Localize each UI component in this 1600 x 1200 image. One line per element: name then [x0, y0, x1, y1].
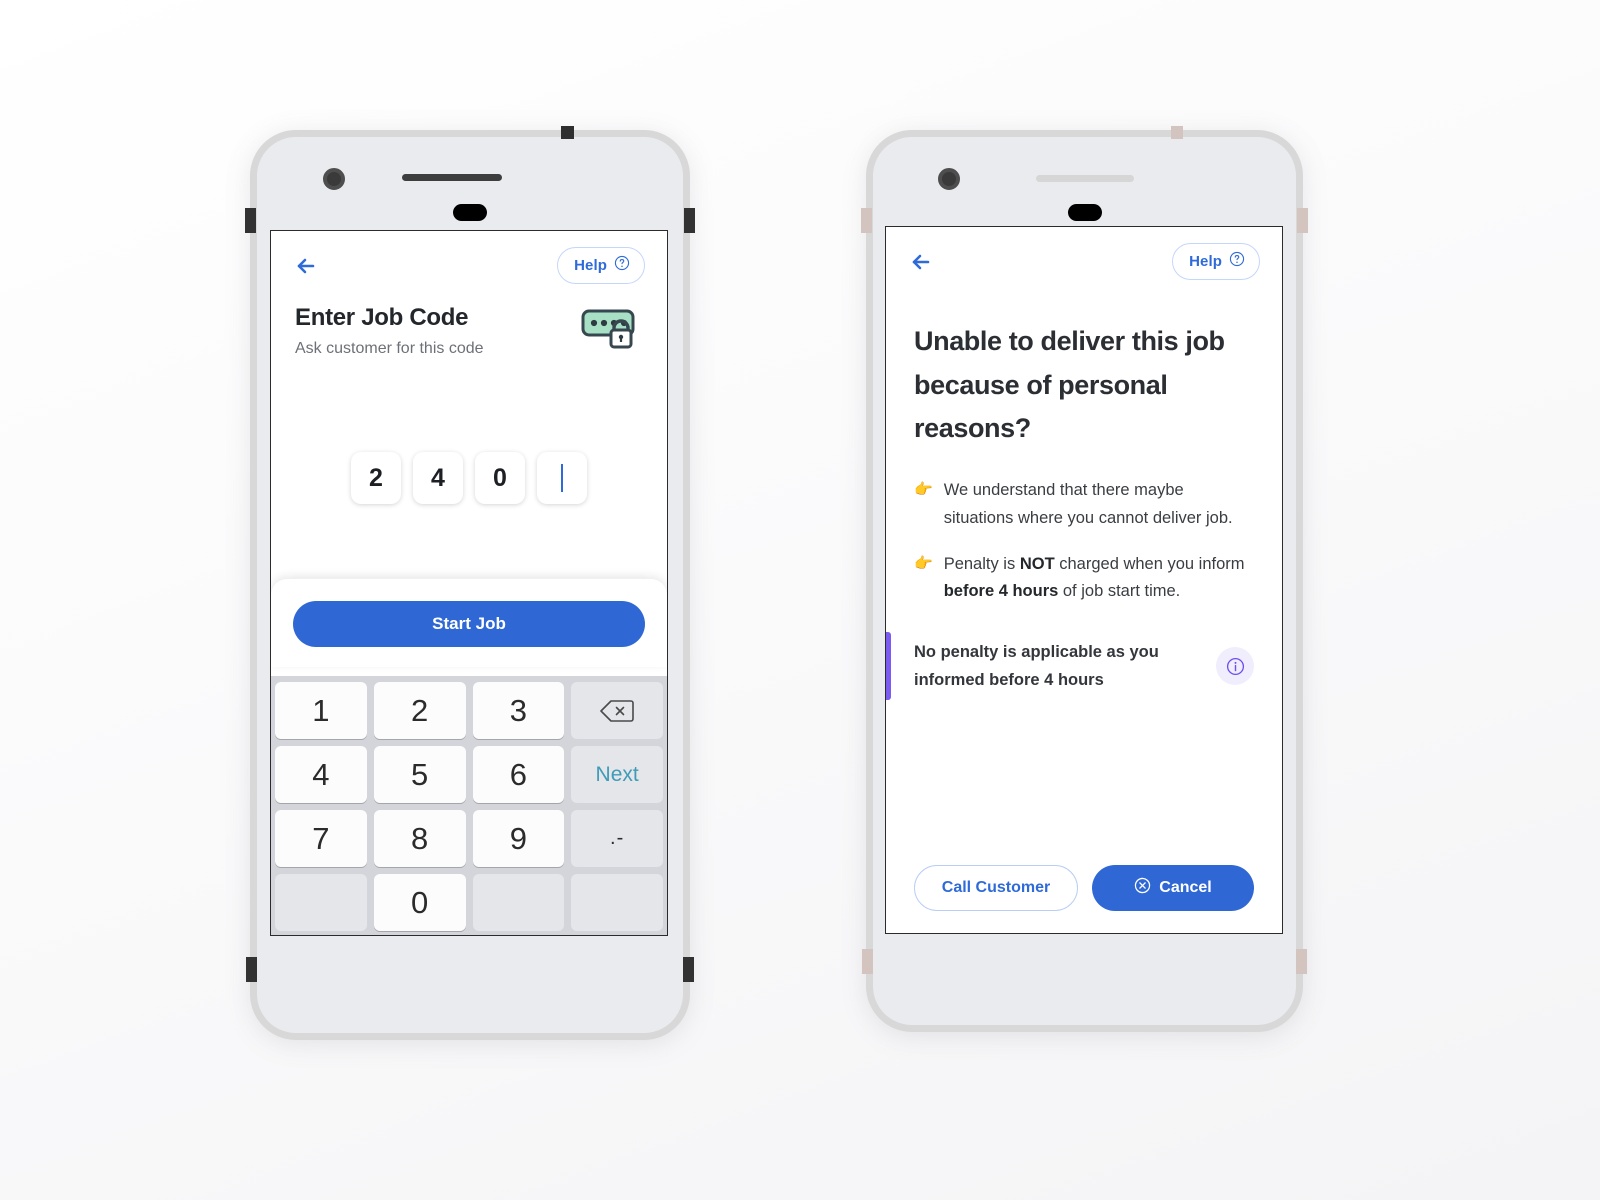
key-4[interactable]: 4 [275, 746, 367, 803]
key-0[interactable]: 0 [373, 874, 466, 931]
selection-handle-left-bottom[interactable] [246, 957, 257, 982]
earpiece-speaker [402, 174, 502, 181]
key-5[interactable]: 5 [373, 746, 466, 803]
selection-handle-top-center[interactable] [561, 126, 574, 139]
page-title-left: Enter Job Code [295, 304, 469, 331]
key-9[interactable]: 9 [472, 810, 565, 867]
selection-handle-top-center[interactable] [1171, 126, 1183, 139]
callout-accent-bar [886, 631, 891, 701]
text-caret [560, 464, 564, 492]
bullet-text: Penalty is NOT charged when you inform b… [943, 554, 1245, 601]
selection-handle-left-top[interactable] [861, 208, 872, 233]
bullet-item: 👉 Penalty is NOT charged when you inform … [914, 551, 1254, 606]
phone-device-left: Help Enter Job Code Ask customer for thi… [245, 126, 695, 1040]
help-button-left[interactable]: Help [557, 247, 645, 284]
help-label-left: Help [574, 257, 607, 274]
bullet-text: We understand that there maybe situation… [943, 481, 1233, 527]
screen-right: Help Unable to deliver this job because … [885, 226, 1283, 934]
front-camera-icon [938, 168, 960, 190]
backspace-key[interactable] [571, 682, 663, 739]
code-digit-1[interactable]: 2 [351, 452, 401, 504]
selection-handle-right-top[interactable] [1297, 208, 1308, 233]
call-customer-button[interactable]: Call Customer [914, 865, 1078, 911]
start-job-button[interactable]: Start Job [293, 601, 645, 647]
cancel-circle-icon [1134, 877, 1151, 899]
punctuation-key[interactable]: .- [571, 810, 663, 867]
cancel-label: Cancel [1159, 879, 1212, 896]
earpiece-speaker [1036, 175, 1134, 182]
code-digit-3[interactable]: 0 [475, 452, 525, 504]
cancel-button[interactable]: Cancel [1092, 865, 1254, 911]
job-code-header: Enter Job Code Ask customer for this cod… [271, 290, 667, 358]
topbar-left: Help [271, 231, 667, 290]
notch-pill [453, 204, 487, 221]
selection-handle-left-bottom[interactable] [862, 949, 873, 974]
password-lock-icon [581, 306, 645, 357]
job-code-input[interactable]: 2 4 0 [271, 452, 667, 504]
reason-bullet-list: 👉 We understand that there maybe situatio… [914, 477, 1254, 606]
front-camera-icon [323, 168, 345, 190]
key-7[interactable]: 7 [275, 810, 367, 867]
blank-key-right [571, 874, 663, 931]
key-3[interactable]: 3 [472, 682, 565, 739]
key-8[interactable]: 8 [373, 810, 466, 867]
question-circle-icon [1229, 251, 1245, 272]
back-arrow-icon[interactable] [293, 253, 319, 279]
selection-handle-right-bottom[interactable] [683, 957, 694, 982]
pointing-hand-icon: 👉 [914, 554, 933, 572]
page-title-right: Unable to deliver this job because of pe… [914, 326, 1225, 444]
selection-handle-right-bottom[interactable] [1296, 949, 1307, 974]
pointing-hand-icon: 👉 [914, 481, 933, 499]
back-arrow-icon[interactable] [908, 249, 934, 275]
code-digit-2[interactable]: 4 [413, 452, 463, 504]
info-circle-icon[interactable] [1216, 647, 1254, 686]
callout-text: No penalty is applicable as you informed… [914, 642, 1159, 690]
footer-actions: Call Customer Cancel [886, 865, 1282, 911]
question-circle-icon [614, 255, 630, 276]
start-job-panel: Start Job [271, 579, 667, 667]
next-key[interactable]: Next [571, 746, 663, 803]
help-label-right: Help [1189, 253, 1222, 270]
bullet-item: 👉 We understand that there maybe situatio… [914, 477, 1254, 532]
unable-to-deliver-body: Unable to deliver this job because of pe… [886, 286, 1282, 701]
code-digit-4-active[interactable] [537, 452, 587, 504]
no-penalty-callout: No penalty is applicable as you informed… [886, 631, 1254, 701]
selection-handle-right-top[interactable] [684, 208, 695, 233]
key-6[interactable]: 6 [472, 746, 565, 803]
key-1[interactable]: 1 [275, 682, 367, 739]
phone-device-right: Help Unable to deliver this job because … [861, 126, 1308, 1032]
notch-pill [1068, 204, 1102, 221]
numeric-keypad[interactable]: 1 2 3 4 5 6 Next 7 8 9 .- 0 [271, 676, 667, 935]
blank-key-left [275, 874, 367, 931]
topbar-right: Help [886, 227, 1282, 286]
blank-key-mid [472, 874, 565, 931]
help-button-right[interactable]: Help [1172, 243, 1260, 280]
key-2[interactable]: 2 [373, 682, 466, 739]
selection-handle-left-top[interactable] [245, 208, 256, 233]
screen-left: Help Enter Job Code Ask customer for thi… [270, 230, 668, 936]
page-subtitle-left: Ask customer for this code [295, 340, 484, 357]
